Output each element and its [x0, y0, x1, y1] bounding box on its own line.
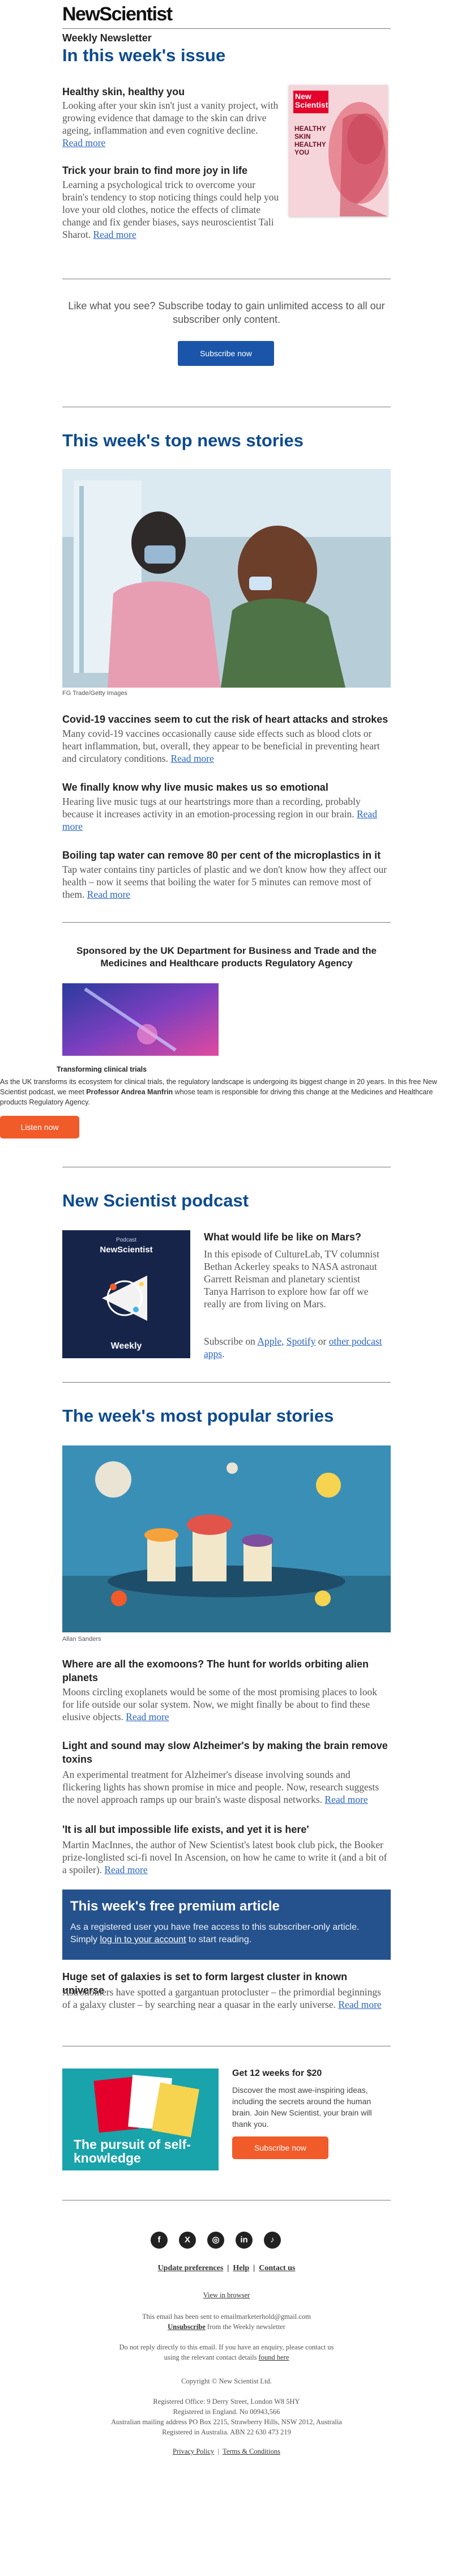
vaccination-image — [62, 469, 391, 688]
sponsor-heading: Sponsored by the UK Department for Busin… — [76, 945, 377, 969]
header-divider — [62, 28, 391, 29]
cover-headline: HEALTHY SKIN HEALTHY YOU — [294, 125, 326, 156]
legal-links: Privacy Policy | Terms & Conditions — [173, 2447, 280, 2455]
cover-brand: New Scientist — [295, 92, 328, 109]
popular-heading: The week's most popular stories — [62, 1406, 334, 1426]
view-in-browser: View in browser — [62, 2291, 391, 2300]
contact-us-link[interactable]: Contact us — [259, 2264, 295, 2272]
premium-text: As a registered user you have free acces… — [70, 1922, 360, 1944]
linkedin-icon[interactable]: in — [236, 2232, 253, 2249]
noreply-notice-line2: using the relevant contact details found… — [164, 2353, 289, 2361]
read-more-link[interactable]: Read more — [104, 1864, 147, 1875]
view-in-browser-link[interactable]: View in browser — [203, 2291, 250, 2299]
apple-podcasts-link[interactable]: Apple — [257, 1336, 281, 1347]
australian-address: Australian mailing address PO Box 2215, … — [111, 2418, 342, 2426]
podcast-episode-title[interactable]: What would life be like on Mars? — [204, 1230, 391, 1244]
podcast-tile-brand: NewScientist — [100, 1245, 153, 1255]
podcast-heading: New Scientist podcast — [62, 1191, 249, 1210]
read-more-link[interactable]: Read more — [170, 753, 213, 764]
unsubscribe-notice: Unsubscribe from the Weekly newsletter — [168, 2323, 285, 2331]
noreply-notice-line1: Do not reply directly to this email. If … — [119, 2343, 334, 2351]
section-divider — [62, 1382, 391, 1383]
photo-credit: FG Trade/Getty Images — [62, 690, 127, 697]
popular-item-summary: An experimental treatment for Alzheimer'… — [62, 1769, 379, 1805]
issue-item-title[interactable]: Trick your brain to find more joy in lif… — [62, 164, 280, 177]
promo-image[interactable]: The pursuit of self-knowledge — [62, 2069, 219, 2170]
australian-abn: Registered in Australia. ABN 22 630 473 … — [162, 2428, 291, 2436]
read-more-link[interactable]: Read more — [324, 1794, 367, 1805]
alien-observatory-image — [62, 1445, 391, 1632]
privacy-policy-link[interactable]: Privacy Policy — [173, 2447, 214, 2455]
subscribe-button[interactable]: Subscribe now — [178, 341, 274, 366]
premium-article-box: This week's free premium article As a re… — [62, 1890, 391, 1960]
terms-link[interactable]: Terms & Conditions — [223, 2447, 280, 2455]
newsletter-kicker: Weekly Newsletter — [62, 32, 152, 44]
sponsor-image[interactable] — [62, 983, 219, 1056]
login-link[interactable]: log in to your account — [100, 1935, 186, 1944]
listen-now-button[interactable]: Listen now — [0, 1116, 79, 1138]
footer-links: Update preferences | Help | Contact us — [157, 2264, 296, 2272]
premium-heading: This week's free premium article — [70, 1899, 280, 1914]
news-item-title[interactable]: Boiling tap water can remove 80 per cent… — [62, 848, 391, 862]
promo-body: Discover the most awe-inspiring ideas, i… — [232, 2085, 372, 2129]
popular-item-title[interactable]: 'It is all but impossible life exists, a… — [62, 1823, 391, 1836]
news-item-summary: Hearing live music tugs at our heartstri… — [62, 796, 377, 832]
news-item-title[interactable]: Covid-19 vaccines seem to cut the risk o… — [62, 713, 391, 726]
news-item-summary: Tap water contains tiny particles of pla… — [62, 864, 387, 900]
podcast-subscribe-links: Subscribe on Apple, Spotify or other pod… — [204, 1336, 382, 1359]
subscribe-pitch: Like what you see? Subscribe today to ga… — [68, 300, 385, 325]
promo-title: Get 12 weeks for $20 — [232, 2069, 322, 2078]
issue-item-title[interactable]: Healthy skin, healthy you — [62, 85, 277, 99]
sponsor-title[interactable]: Transforming clinical trials — [57, 1065, 147, 1073]
popular-item-summary: Moons circling exoplanets would be some … — [62, 1686, 378, 1722]
sponsor-description: As the UK transforms its ecosystem for c… — [0, 1078, 437, 1106]
registration-number: Registered in England. No 00943,566 — [173, 2408, 280, 2416]
registered-office: Registered Office: 9 Derry Street, Londo… — [153, 2398, 300, 2406]
copyright: Copyright © New Scientist Ltd. — [181, 2377, 272, 2385]
popular-item-summary: Martin MacInnes, the author of New Scien… — [62, 1839, 387, 1875]
lab-pipette-image — [62, 983, 219, 1056]
exomoon-illustration[interactable] — [62, 1445, 391, 1632]
unsubscribe-link[interactable]: Unsubscribe — [168, 2323, 206, 2331]
contact-details-link[interactable]: found here — [259, 2353, 289, 2361]
tiktok-icon[interactable]: ♪ — [264, 2232, 281, 2249]
help-link[interactable]: Help — [233, 2264, 249, 2272]
section-divider — [62, 922, 391, 923]
read-more-link[interactable]: Read more — [338, 1999, 381, 2010]
read-more-link[interactable]: Read more — [93, 229, 136, 240]
newscientist-logo[interactable]: NewScientist — [62, 3, 173, 25]
read-more-link[interactable]: Read more — [62, 137, 105, 148]
recipient-notice: This email has been sent to emailmarkete… — [142, 2313, 311, 2321]
podcast-tile-kicker: Podcast — [116, 1237, 137, 1243]
premium-article-summary: Astronomers have spotted a gargantuan pr… — [62, 1986, 382, 2010]
popular-item-title[interactable]: Light and sound may slow Alzheimer's by … — [62, 1739, 391, 1766]
instagram-icon[interactable]: ◎ — [207, 2232, 224, 2249]
news-item-summary: Many covid-19 vaccines occasionally caus… — [62, 728, 380, 764]
podcast-episode-summary: In this episode of CultureLab, TV column… — [204, 1248, 379, 1310]
magazine-cover[interactable]: New Scientist HEALTHY SKIN HEALTHY YOU — [289, 85, 388, 216]
spotify-link[interactable]: Spotify — [287, 1336, 316, 1347]
news-item-title[interactable]: We finally know why live music makes us … — [62, 781, 391, 794]
podcast-tile[interactable]: Podcast NewScientist Weekly — [62, 1230, 190, 1358]
promo-image-headline: The pursuit of self-knowledge — [74, 2137, 191, 2165]
read-more-link[interactable]: Read more — [87, 889, 130, 900]
vaccine-photo[interactable] — [62, 469, 391, 688]
guest-name: Professor Andrea Manfrin — [86, 1088, 173, 1096]
promo-subscribe-button[interactable]: Subscribe now — [232, 2136, 328, 2159]
update-preferences-link[interactable]: Update preferences — [158, 2264, 224, 2272]
facebook-icon[interactable]: f — [151, 2232, 168, 2249]
read-more-link[interactable]: Read more — [126, 1711, 169, 1722]
issue-title: In this week's issue — [62, 45, 226, 65]
top-news-heading: This week's top news stories — [62, 430, 304, 450]
illustration-credit: Allan Sanders — [62, 1636, 101, 1643]
x-icon[interactable]: X — [179, 2232, 196, 2249]
issue-item-summary: Learning a psychological trick to overco… — [62, 179, 279, 240]
issue-item-summary: Looking after your skin isn't just a van… — [62, 100, 279, 148]
popular-item-title[interactable]: Where are all the exomoons? The hunt for… — [62, 1657, 391, 1684]
podcast-tile-label: Weekly — [110, 1341, 142, 1351]
